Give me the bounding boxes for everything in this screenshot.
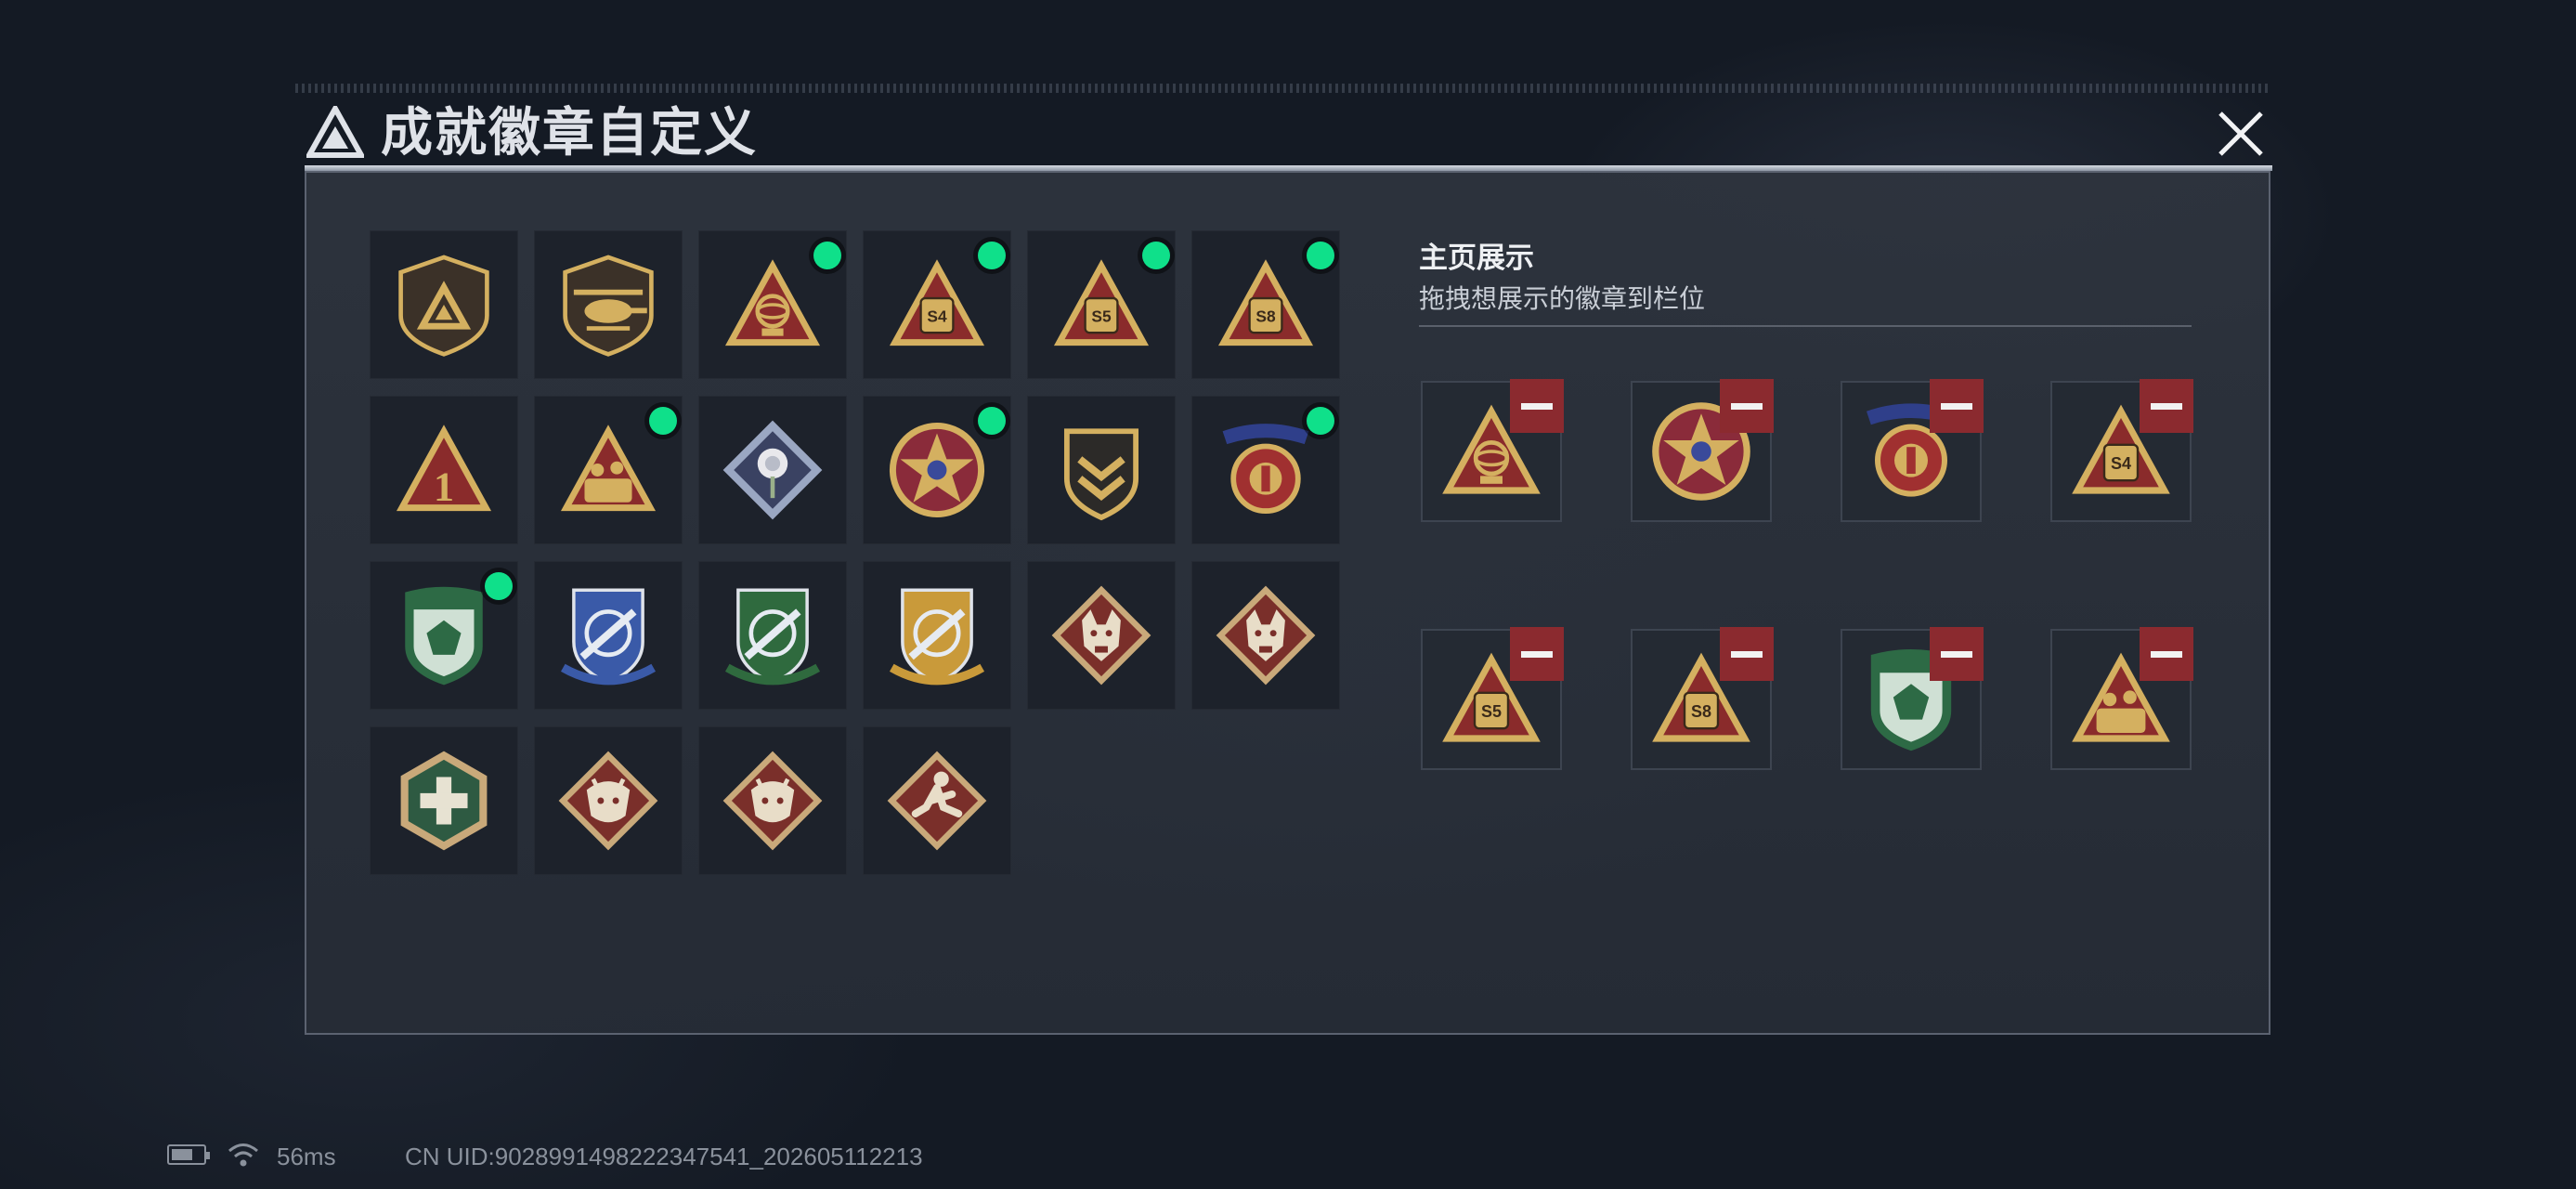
title-bar: 成就徽章自定义 xyxy=(295,93,2270,173)
wolf-diamond-badge-icon xyxy=(1051,585,1151,686)
display-slot[interactable] xyxy=(1421,379,1564,522)
badge-cell[interactable] xyxy=(534,230,683,379)
helicopter-badge-icon xyxy=(563,255,654,357)
new-indicator-dot xyxy=(978,242,1006,269)
display-slot[interactable]: S8 xyxy=(1631,627,1774,770)
green-rifle-crest-badge-icon xyxy=(724,588,821,686)
new-indicator-dot xyxy=(649,407,677,435)
remove-badge-button[interactable] xyxy=(1930,379,1984,433)
close-x-icon[interactable] xyxy=(2207,100,2274,167)
display-slot[interactable] xyxy=(2050,627,2193,770)
display-section-title: 主页展示 xyxy=(1419,242,1534,274)
remove-badge-button[interactable] xyxy=(1720,627,1774,681)
chevron-shield-badge-icon xyxy=(1063,428,1139,521)
badge-cell[interactable] xyxy=(1027,396,1176,544)
new-indicator-dot xyxy=(1307,242,1334,269)
display-section-divider xyxy=(1419,325,2192,327)
badge-cell[interactable] xyxy=(698,726,847,875)
s4-triangle-badge-icon: S4 xyxy=(889,259,985,346)
ping-value: 56ms xyxy=(277,1143,336,1170)
badge-cell[interactable] xyxy=(534,561,683,710)
badge-cell[interactable] xyxy=(863,561,1011,710)
badge-cell[interactable] xyxy=(534,726,683,875)
remove-badge-button[interactable] xyxy=(1510,379,1564,433)
remove-badge-button[interactable] xyxy=(1720,379,1774,433)
runner-diamond-badge-icon xyxy=(887,751,987,851)
svg-text:S4: S4 xyxy=(927,307,947,326)
uid-text: CN UID:9028991498222347541_202605112213 xyxy=(405,1143,923,1170)
svg-text:S8: S8 xyxy=(1691,702,1711,721)
badge-cell[interactable] xyxy=(863,396,1011,544)
badge-cell[interactable] xyxy=(1191,561,1340,710)
remove-badge-button[interactable] xyxy=(1930,627,1984,681)
dragon-diamond-badge-icon xyxy=(558,751,658,851)
display-slot[interactable] xyxy=(1841,379,1984,522)
new-indicator-dot xyxy=(1142,242,1170,269)
display-slot[interactable]: S4 xyxy=(2050,379,2193,522)
display-slot[interactable]: S5 xyxy=(1421,627,1564,770)
star-medal-badge-icon xyxy=(889,422,985,518)
remove-badge-button[interactable] xyxy=(2140,379,2193,433)
badge-cell[interactable] xyxy=(370,726,518,875)
green-gem-shield-badge-icon xyxy=(405,586,483,686)
badge-cell[interactable] xyxy=(863,726,1011,875)
badge-cell[interactable] xyxy=(534,396,683,544)
medic-hexagon-badge-icon xyxy=(400,751,488,851)
wifi-icon xyxy=(228,1143,258,1167)
gyroscope-triangle-badge-icon xyxy=(724,259,821,346)
display-slot[interactable] xyxy=(1841,627,1984,770)
gold-rifle-crest-badge-icon xyxy=(889,588,985,686)
number-one-triangle-badge-icon: 1 xyxy=(396,425,492,512)
triangle-emblem-shield-badge-icon xyxy=(398,255,489,357)
title-decoration-strip xyxy=(295,84,2270,93)
svg-text:S5: S5 xyxy=(1091,307,1112,326)
badge-cell[interactable]: 1 xyxy=(370,396,518,544)
new-indicator-dot xyxy=(813,242,841,269)
svg-text:S8: S8 xyxy=(1255,307,1276,326)
display-section-subtitle: 拖拽想展示的徽章到栏位 xyxy=(1419,284,1706,313)
white-rose-diamond-badge-icon xyxy=(722,420,823,520)
wolf-diamond-badge-2-icon xyxy=(1216,585,1316,686)
dragon-diamond-badge-2-icon xyxy=(722,751,823,851)
badge-cell[interactable] xyxy=(1191,396,1340,544)
battery-icon xyxy=(167,1144,210,1165)
svg-text:S4: S4 xyxy=(2111,454,2131,473)
badge-cell[interactable]: S8 xyxy=(1191,230,1340,379)
soldiers-triangle-badge-icon xyxy=(560,425,657,512)
laurel-crest-badge-icon xyxy=(1222,424,1309,514)
page-title: 成就徽章自定义 xyxy=(381,103,758,162)
badge-cell[interactable] xyxy=(698,561,847,710)
badge-cell[interactable]: S5 xyxy=(1027,230,1176,379)
badge-cell[interactable] xyxy=(1027,561,1176,710)
badge-cell[interactable] xyxy=(698,230,847,379)
svg-text:1: 1 xyxy=(434,464,454,509)
new-indicator-dot xyxy=(978,407,1006,435)
blue-rifle-crest-badge-icon xyxy=(560,588,657,686)
triangle-logo-icon xyxy=(306,106,364,158)
badge-cell[interactable] xyxy=(370,230,518,379)
badge-cell[interactable]: S4 xyxy=(863,230,1011,379)
badge-cell[interactable] xyxy=(370,561,518,710)
remove-badge-button[interactable] xyxy=(1510,627,1564,681)
remove-badge-button[interactable] xyxy=(2140,627,2193,681)
display-slot[interactable] xyxy=(1631,379,1774,522)
s8-triangle-badge-icon: S8 xyxy=(1217,259,1314,346)
badge-cell[interactable] xyxy=(698,396,847,544)
s5-triangle-badge-icon: S5 xyxy=(1053,259,1150,346)
new-indicator-dot xyxy=(485,572,513,600)
svg-text:S5: S5 xyxy=(1481,702,1502,721)
new-indicator-dot xyxy=(1307,407,1334,435)
